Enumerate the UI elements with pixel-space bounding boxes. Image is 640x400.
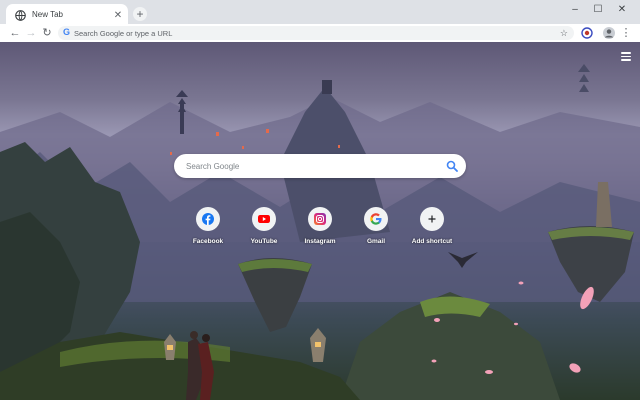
window-close-button[interactable]: ✕ bbox=[612, 3, 632, 17]
new-tab-page: Facebook YouTube bbox=[0, 42, 640, 400]
shortcut-tile[interactable] bbox=[196, 207, 220, 231]
back-button[interactable]: ← bbox=[8, 26, 22, 40]
instagram-icon bbox=[314, 213, 326, 225]
avatar[interactable] bbox=[603, 27, 615, 39]
extension-icon[interactable] bbox=[581, 27, 593, 39]
tab-title: New Tab bbox=[32, 10, 63, 19]
shortcut-label: YouTube bbox=[250, 238, 278, 245]
plus-icon bbox=[428, 215, 436, 223]
google-icon bbox=[370, 213, 382, 225]
customize-menu-icon[interactable] bbox=[621, 52, 631, 61]
shortcut-youtube[interactable]: YouTube bbox=[236, 207, 292, 251]
shortcut-instagram[interactable]: Instagram bbox=[292, 207, 348, 251]
shortcut-label: Gmail bbox=[366, 238, 386, 245]
shortcut-label: Add shortcut bbox=[411, 238, 453, 245]
chrome-menu-icon[interactable]: ⋮ bbox=[619, 26, 633, 40]
shortcut-facebook[interactable]: Facebook bbox=[180, 207, 236, 251]
globe-icon bbox=[15, 10, 26, 21]
shortcut-tile[interactable] bbox=[364, 207, 388, 231]
bookmark-star-icon[interactable]: ☆ bbox=[560, 26, 568, 40]
search-input[interactable] bbox=[186, 154, 436, 178]
facebook-icon bbox=[202, 213, 214, 225]
omnibox[interactable]: G ☆ bbox=[58, 26, 574, 40]
shortcut-gmail[interactable]: Gmail bbox=[348, 207, 404, 251]
shortcut-label: Instagram bbox=[304, 238, 336, 245]
maximize-button[interactable]: ☐ bbox=[588, 3, 608, 17]
search-icon[interactable] bbox=[446, 160, 458, 172]
forward-button[interactable]: → bbox=[24, 26, 38, 40]
minimize-button[interactable]: – bbox=[565, 3, 585, 17]
shortcut-label: Facebook bbox=[192, 238, 224, 245]
omnibox-input[interactable] bbox=[74, 26, 544, 40]
reload-button[interactable]: ↻ bbox=[40, 26, 54, 40]
google-search-box[interactable] bbox=[174, 154, 466, 178]
youtube-icon bbox=[258, 215, 270, 223]
google-icon: G bbox=[63, 27, 71, 37]
new-tab-button[interactable]: + bbox=[133, 7, 147, 21]
shortcut-tile[interactable] bbox=[420, 207, 444, 231]
tab-close-icon[interactable]: ✕ bbox=[112, 10, 124, 22]
shortcut-add[interactable]: Add shortcut bbox=[404, 207, 460, 251]
toolbar: ← → ↻ G ☆ ⋮ bbox=[0, 24, 640, 42]
shortcut-tile[interactable] bbox=[252, 207, 276, 231]
shortcut-tile[interactable] bbox=[308, 207, 332, 231]
